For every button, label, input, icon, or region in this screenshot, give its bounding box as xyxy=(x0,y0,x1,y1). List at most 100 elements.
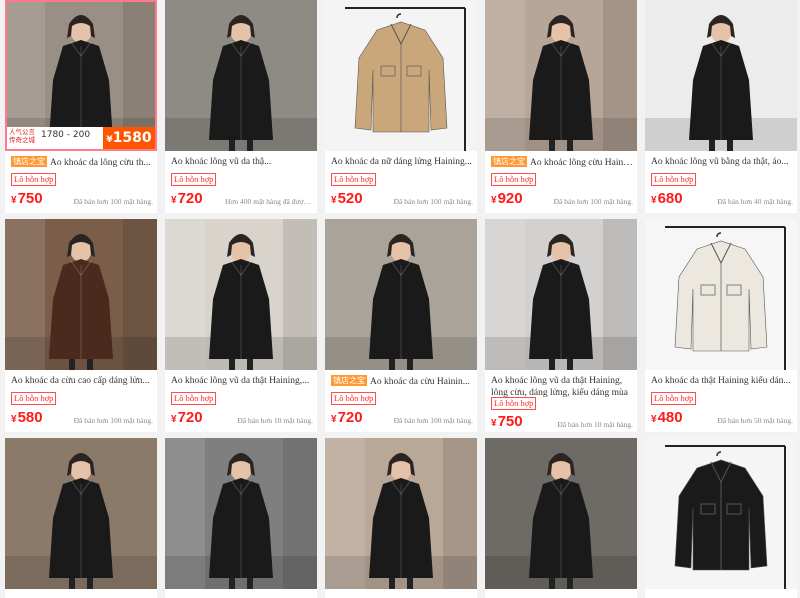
product-title[interactable]: Ao khoác lông vũ bằng da thật, áo... xyxy=(651,156,795,168)
currency-symbol: ¥ xyxy=(11,195,17,206)
product-title-text: Ao khoác lông vũ da thật Haining,... xyxy=(171,376,310,386)
product-card[interactable]: Ao khoác lông vũ da thật Haining, lông c… xyxy=(485,219,637,432)
sold-count: Đã bán hơn 40 mặt hàng. xyxy=(717,197,793,206)
product-title-text: Ao khoác da thật Haining kiểu dán... xyxy=(651,376,791,386)
sold-count: Đã bán hơn 50 mặt hàng. xyxy=(717,416,793,425)
product-card[interactable] xyxy=(485,438,637,598)
product-card[interactable]: 镇店之宝 Ao khoác lông cừu Hainin... Lô hỗn hợ… xyxy=(485,0,637,213)
lot-tag: Lô hỗn hợp xyxy=(171,173,217,186)
product-title[interactable]: 镇店之宝 Ao khoác lông cừu Hainin... xyxy=(491,156,635,169)
lot-tag: Lô hỗn hợp xyxy=(651,392,697,405)
product-price: ¥720 xyxy=(171,190,203,207)
product-title-text: Ao khoác lông vũ bằng da thật, áo... xyxy=(651,157,789,167)
price-value: 720 xyxy=(337,409,363,426)
price-value: 750 xyxy=(497,413,523,430)
product-price: ¥750 xyxy=(11,190,43,207)
product-title[interactable]: Ao khoác lông vũ da thật Haining, lông c… xyxy=(491,375,635,399)
currency-symbol: ¥ xyxy=(651,414,657,425)
promo-price-badge: ¥1580 xyxy=(103,127,155,149)
currency-symbol: ¥ xyxy=(491,195,497,206)
product-image[interactable] xyxy=(165,219,317,370)
product-title[interactable]: Ao khoác lông vũ da thậ... xyxy=(171,156,315,168)
product-price: ¥920 xyxy=(491,190,523,207)
currency-symbol: ¥ xyxy=(11,414,17,425)
product-title-text: Ao khoác da cừu Hainin... xyxy=(370,377,470,387)
product-image[interactable] xyxy=(485,219,637,370)
sold-count: Đã bán hơn 100 mặt hàng. xyxy=(73,416,153,425)
sold-count: Hơn 400 mặt hàng đã được bán. xyxy=(225,197,313,206)
product-card[interactable] xyxy=(165,438,317,598)
sold-count: Đã bán hơn 100 mặt hàng. xyxy=(553,197,633,206)
shop-badge: 镇店之宝 xyxy=(491,156,527,167)
promo-price-range: 1780 - 200 xyxy=(41,130,91,140)
product-image[interactable] xyxy=(485,0,637,151)
product-price: ¥750 xyxy=(491,413,523,430)
product-price: ¥680 xyxy=(651,190,683,207)
product-title-text: Ao khoác da nữ dáng lửng Haining... xyxy=(331,157,472,167)
product-card[interactable]: 人气公言 传奇之城 1780 - 200 ¥1580 镇店之宝 Ao khoác d… xyxy=(5,0,157,213)
price-value: 720 xyxy=(177,190,203,207)
product-card[interactable]: Ao khoác da thật Haining kiểu dán... Lô h… xyxy=(645,219,797,432)
currency-symbol: ¥ xyxy=(171,414,177,425)
shop-badge: 镇店之宝 xyxy=(11,156,47,167)
lot-tag: Lô hỗn hợp xyxy=(331,392,377,405)
sold-count: Đã bán hơn 10 mặt hàng. xyxy=(237,416,313,425)
price-value: 720 xyxy=(177,409,203,426)
price-value: 520 xyxy=(337,190,363,207)
product-card[interactable]: Ao khoác lông vũ da thậ... Lô hỗn hợp ¥720… xyxy=(165,0,317,213)
currency-symbol: ¥ xyxy=(331,414,337,425)
currency-symbol: ¥ xyxy=(171,195,177,206)
product-card[interactable]: Ao khoác da nữ dáng lửng Haining... Lô hỗ… xyxy=(325,0,477,213)
product-title[interactable]: Ao khoác da thật Haining kiểu dán... xyxy=(651,375,795,387)
lot-tag: Lô hỗn hợp xyxy=(491,397,537,410)
product-title[interactable]: 镇店之宝 Ao khoác da cừu Hainin... xyxy=(331,375,475,388)
product-title-text: Ao khoác lông vũ da thật Haining, lông c… xyxy=(491,376,628,398)
product-image[interactable] xyxy=(325,219,477,370)
product-title[interactable]: Ao khoác da nữ dáng lửng Haining... xyxy=(331,156,475,168)
product-card[interactable] xyxy=(325,438,477,598)
product-card[interactable]: Ao khoác lông vũ da thật Haining,... Lô h… xyxy=(165,219,317,432)
currency-symbol: ¥ xyxy=(331,195,337,206)
currency-symbol: ¥ xyxy=(651,195,657,206)
product-card[interactable]: Ao khoác lông vũ bằng da thật, áo... Lô h… xyxy=(645,0,797,213)
product-image[interactable] xyxy=(325,438,477,598)
product-image[interactable] xyxy=(645,219,797,370)
price-value: 480 xyxy=(657,409,683,426)
product-card[interactable]: Ao khoác da cừu cao cấp dáng lửn... Lô hỗ… xyxy=(5,219,157,432)
product-card[interactable] xyxy=(5,438,157,598)
shop-badge: 镇店之宝 xyxy=(331,375,367,386)
product-image[interactable]: 人气公言 传奇之城 1780 - 200 ¥1580 xyxy=(5,0,157,151)
product-grid: 人气公言 传奇之城 1780 - 200 ¥1580 镇店之宝 Ao khoác d… xyxy=(5,0,800,598)
product-title-text: Ao khoác da cừu cao cấp dáng lửn... xyxy=(11,376,150,386)
price-value: 920 xyxy=(497,190,523,207)
product-image[interactable] xyxy=(5,438,157,598)
lot-tag: Lô hỗn hợp xyxy=(171,392,217,405)
product-image[interactable] xyxy=(485,438,637,598)
product-title-text: Ao khoác lông vũ da thậ... xyxy=(171,157,272,167)
sold-count: Đã bán hơn 10 mặt hàng. xyxy=(557,420,633,429)
product-price: ¥720 xyxy=(171,409,203,426)
product-title[interactable]: Ao khoác da cừu cao cấp dáng lửn... xyxy=(11,375,155,387)
lot-tag: Lô hỗn hợp xyxy=(331,173,377,186)
product-card[interactable] xyxy=(645,438,797,598)
price-value: 580 xyxy=(17,409,43,426)
product-title-text: Ao khoác da lông cừu th... xyxy=(50,158,151,168)
sold-count: Đã bán hơn 100 mặt hàng. xyxy=(73,197,153,206)
lot-tag: Lô hỗn hợp xyxy=(491,173,537,186)
product-title[interactable]: 镇店之宝 Ao khoác da lông cừu th... xyxy=(11,156,155,169)
promo-label: 人气公言 传奇之城 xyxy=(9,128,35,144)
price-value: 680 xyxy=(657,190,683,207)
product-image[interactable] xyxy=(165,438,317,598)
product-image[interactable] xyxy=(165,0,317,151)
product-image[interactable] xyxy=(645,438,797,598)
promo-banner: 人气公言 传奇之城 1780 - 200 ¥1580 xyxy=(7,127,155,149)
product-image[interactable] xyxy=(325,0,477,151)
product-title[interactable]: Ao khoác lông vũ da thật Haining,... xyxy=(171,375,315,387)
price-value: 750 xyxy=(17,190,43,207)
currency-symbol: ¥ xyxy=(491,418,497,429)
product-image[interactable] xyxy=(645,0,797,151)
product-image[interactable] xyxy=(5,219,157,370)
sold-count: Đã bán hơn 100 mặt hàng. xyxy=(393,416,473,425)
product-card[interactable]: 镇店之宝 Ao khoác da cừu Hainin... Lô hỗn hợp ¥… xyxy=(325,219,477,432)
lot-tag: Lô hỗn hợp xyxy=(651,173,697,186)
